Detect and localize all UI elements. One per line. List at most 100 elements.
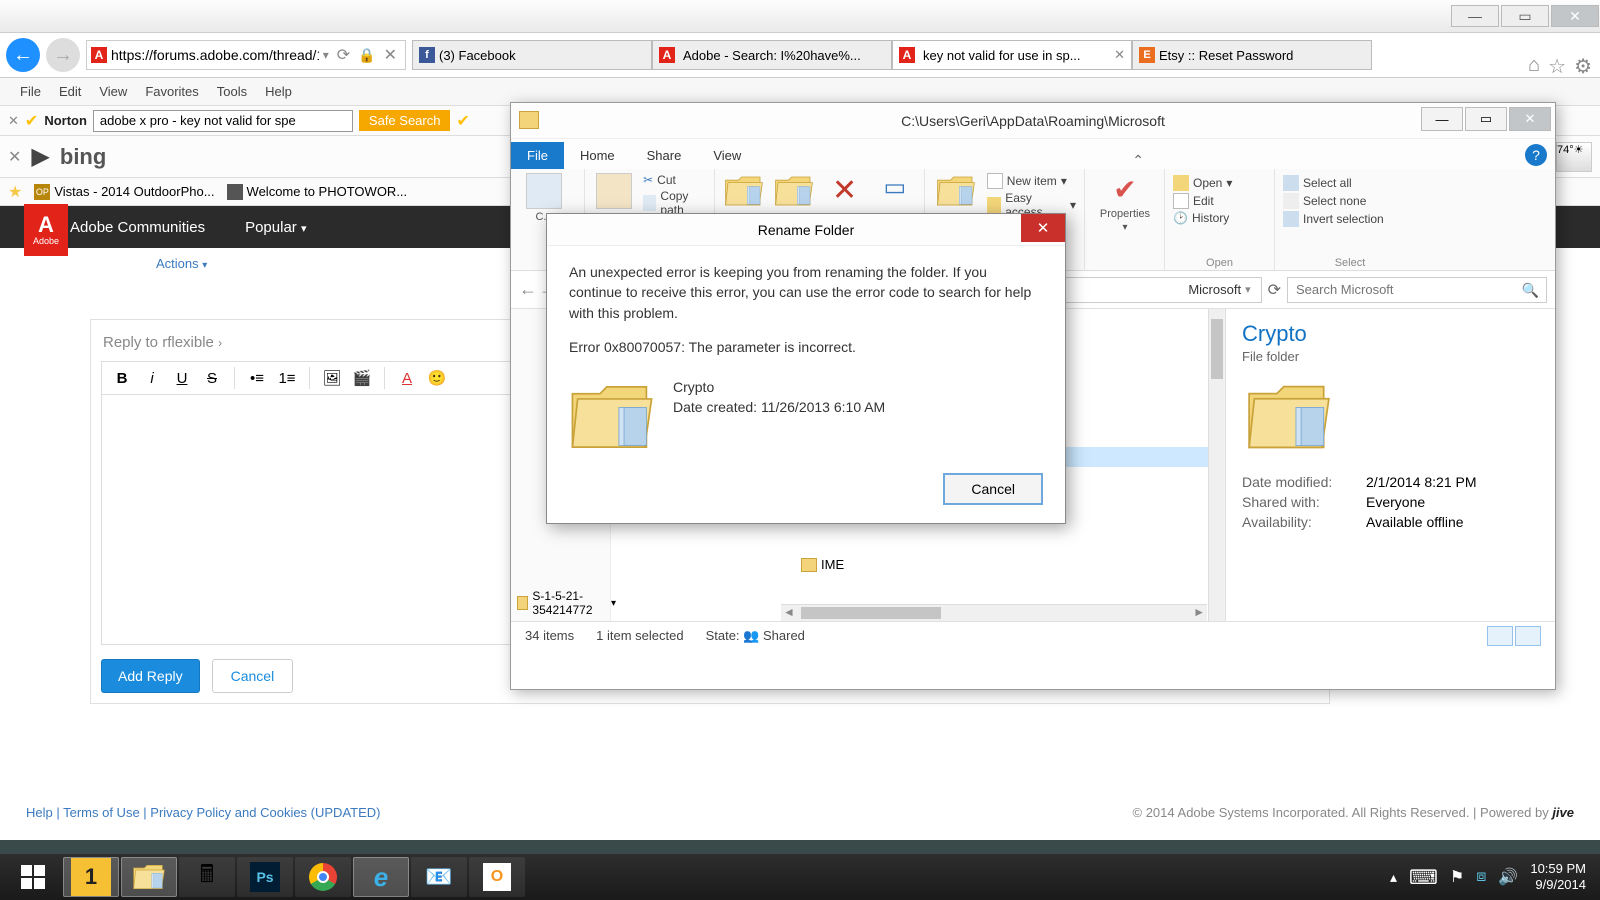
emoji-button[interactable]: 🙂	[423, 366, 451, 390]
tab-key-not-valid[interactable]: A key not valid for use in sp... ✕	[892, 40, 1132, 70]
scroll-thumb[interactable]	[1211, 319, 1223, 379]
add-favorite-icon[interactable]: ★	[8, 182, 22, 202]
start-button[interactable]	[5, 857, 61, 897]
taskbar-photoshop[interactable]: Ps	[237, 857, 293, 897]
tab-facebook[interactable]: f (3) Facebook	[412, 40, 652, 70]
new-item-button[interactable]: New item ▾	[987, 173, 1076, 189]
volume-icon[interactable]: 🔊	[1498, 867, 1518, 887]
weather-icon[interactable]: 74°☀	[1556, 142, 1592, 172]
strike-button[interactable]: S	[198, 366, 226, 390]
select-all-button[interactable]: Select all	[1283, 175, 1417, 191]
move-to-button[interactable]	[723, 173, 765, 209]
history-button[interactable]: 🕑History	[1173, 211, 1266, 225]
adobe-logo[interactable]: AAdobe	[24, 204, 68, 256]
clock[interactable]: 10:59 PM 9/9/2014	[1530, 861, 1586, 892]
rename-button[interactable]: ▭	[874, 173, 916, 202]
number-list-button[interactable]: 1≡	[273, 366, 301, 390]
address-bar[interactable]: A ▾ ⟳ 🔒 ✕	[86, 40, 406, 70]
underline-button[interactable]: U	[168, 366, 196, 390]
edit-button[interactable]: Edit	[1173, 193, 1266, 209]
menu-help[interactable]: Help	[265, 84, 292, 99]
help-icon[interactable]: ?	[1525, 144, 1547, 166]
ribbon-tab-view[interactable]: View	[697, 142, 757, 169]
scroll-left-icon[interactable]: ◄	[783, 605, 795, 619]
show-hidden-icon[interactable]: ▴	[1390, 869, 1397, 886]
scroll-thumb[interactable]	[801, 607, 941, 619]
forward-button[interactable]: →	[46, 38, 80, 72]
menu-view[interactable]: View	[99, 84, 127, 99]
explorer-minimize-button[interactable]: —	[1421, 107, 1463, 131]
taskbar-sticky-notes[interactable]: 1	[63, 857, 119, 897]
bookmark-vistas[interactable]: OP Vistas - 2014 OutdoorPho...	[34, 184, 214, 200]
back-button[interactable]: ←	[6, 38, 40, 72]
image-button[interactable]: 🖼	[318, 366, 346, 390]
home-icon[interactable]: ⌂	[1528, 54, 1540, 79]
taskbar-calculator[interactable]: 🖩	[179, 857, 235, 897]
tree-item[interactable]: S-1-5-21-354214772 ▾	[517, 589, 616, 617]
close-toolbar-icon[interactable]: ✕	[8, 113, 19, 129]
invert-selection-button[interactable]: Invert selection	[1283, 211, 1417, 227]
taskbar-ie[interactable]: e	[353, 857, 409, 897]
menu-favorites[interactable]: Favorites	[145, 84, 198, 99]
nav-communities[interactable]: Adobe Communities	[70, 219, 205, 236]
dialog-close-button[interactable]: ✕	[1021, 214, 1065, 242]
menu-file[interactable]: File	[20, 84, 41, 99]
collapse-ribbon-icon[interactable]: ⌃	[1132, 152, 1144, 169]
video-button[interactable]: 🎬	[348, 366, 376, 390]
taskbar-explorer[interactable]	[121, 857, 177, 897]
keyboard-icon[interactable]: ⌨	[1409, 865, 1438, 890]
bold-button[interactable]: B	[108, 366, 136, 390]
tab-etsy[interactable]: E Etsy :: Reset Password	[1132, 40, 1372, 70]
dropbox-icon[interactable]: ⧈	[1476, 868, 1486, 886]
minimize-button[interactable]: —	[1451, 5, 1499, 27]
close-button[interactable]: ✕	[1551, 5, 1599, 27]
ribbon-tab-home[interactable]: Home	[564, 142, 631, 169]
copy-to-button[interactable]	[773, 173, 815, 209]
horizontal-scrollbar[interactable]: ◄ ►	[781, 604, 1207, 621]
details-view-button[interactable]	[1487, 626, 1513, 646]
taskbar-mail[interactable]: 📧	[411, 857, 467, 897]
add-reply-button[interactable]: Add Reply	[101, 659, 200, 693]
dialog-titlebar[interactable]: Rename Folder ✕	[547, 214, 1065, 246]
refresh-icon[interactable]: ⟳	[337, 45, 350, 65]
close-toolbar-icon[interactable]: ✕	[8, 147, 21, 167]
bullet-list-button[interactable]: •≡	[243, 366, 271, 390]
action-center-icon[interactable]: ⚑	[1450, 867, 1464, 887]
new-folder-button[interactable]	[933, 173, 979, 209]
properties-button[interactable]: ✔Properties▾	[1093, 173, 1157, 233]
explorer-titlebar[interactable]: C:\Users\Geri\AppData\Roaming\Microsoft …	[511, 103, 1555, 139]
footer-links[interactable]: Help | Terms of Use | Privacy Policy and…	[26, 805, 381, 820]
search-icon[interactable]: 🔍	[1522, 282, 1539, 299]
paste-button[interactable]	[593, 173, 635, 209]
cancel-reply-button[interactable]: Cancel	[212, 659, 294, 693]
open-button[interactable]: Open ▾	[1173, 175, 1266, 191]
cut-button[interactable]: ✂Cut	[643, 173, 706, 187]
vertical-scrollbar[interactable]	[1208, 309, 1225, 621]
ribbon-tab-share[interactable]: Share	[631, 142, 698, 169]
tab-adobe-search[interactable]: A Adobe - Search: I%20have%...	[652, 40, 892, 70]
italic-button[interactable]: i	[138, 366, 166, 390]
maximize-button[interactable]: ▭	[1501, 5, 1549, 27]
menu-tools[interactable]: Tools	[217, 84, 247, 99]
breadcrumb-segment[interactable]: Microsoft	[1188, 282, 1241, 297]
scroll-right-icon[interactable]: ►	[1193, 605, 1205, 619]
norton-search-input[interactable]	[93, 110, 353, 132]
explorer-close-button[interactable]: ✕	[1509, 107, 1551, 131]
ribbon-tab-file[interactable]: File	[511, 142, 564, 169]
taskbar-outlook[interactable]: O	[469, 857, 525, 897]
explorer-maximize-button[interactable]: ▭	[1465, 107, 1507, 131]
nav-popular[interactable]: Popular ▾	[245, 219, 306, 236]
url-input[interactable]	[111, 47, 319, 63]
nav-back-icon[interactable]: ←	[519, 279, 537, 300]
settings-gear-icon[interactable]: ⚙	[1574, 54, 1592, 79]
stop-icon[interactable]: ✕	[384, 45, 397, 65]
delete-button[interactable]: ✕	[824, 173, 866, 208]
refresh-icon[interactable]: ⟳	[1268, 280, 1281, 300]
list-item-ime[interactable]: IME	[801, 557, 844, 572]
bookmark-photowor[interactable]: Welcome to PHOTOWOR...	[227, 184, 408, 200]
close-tab-icon[interactable]: ✕	[1114, 47, 1125, 63]
menu-edit[interactable]: Edit	[59, 84, 81, 99]
font-color-button[interactable]: A	[393, 366, 421, 390]
select-none-button[interactable]: Select none	[1283, 193, 1417, 209]
taskbar-chrome[interactable]	[295, 857, 351, 897]
